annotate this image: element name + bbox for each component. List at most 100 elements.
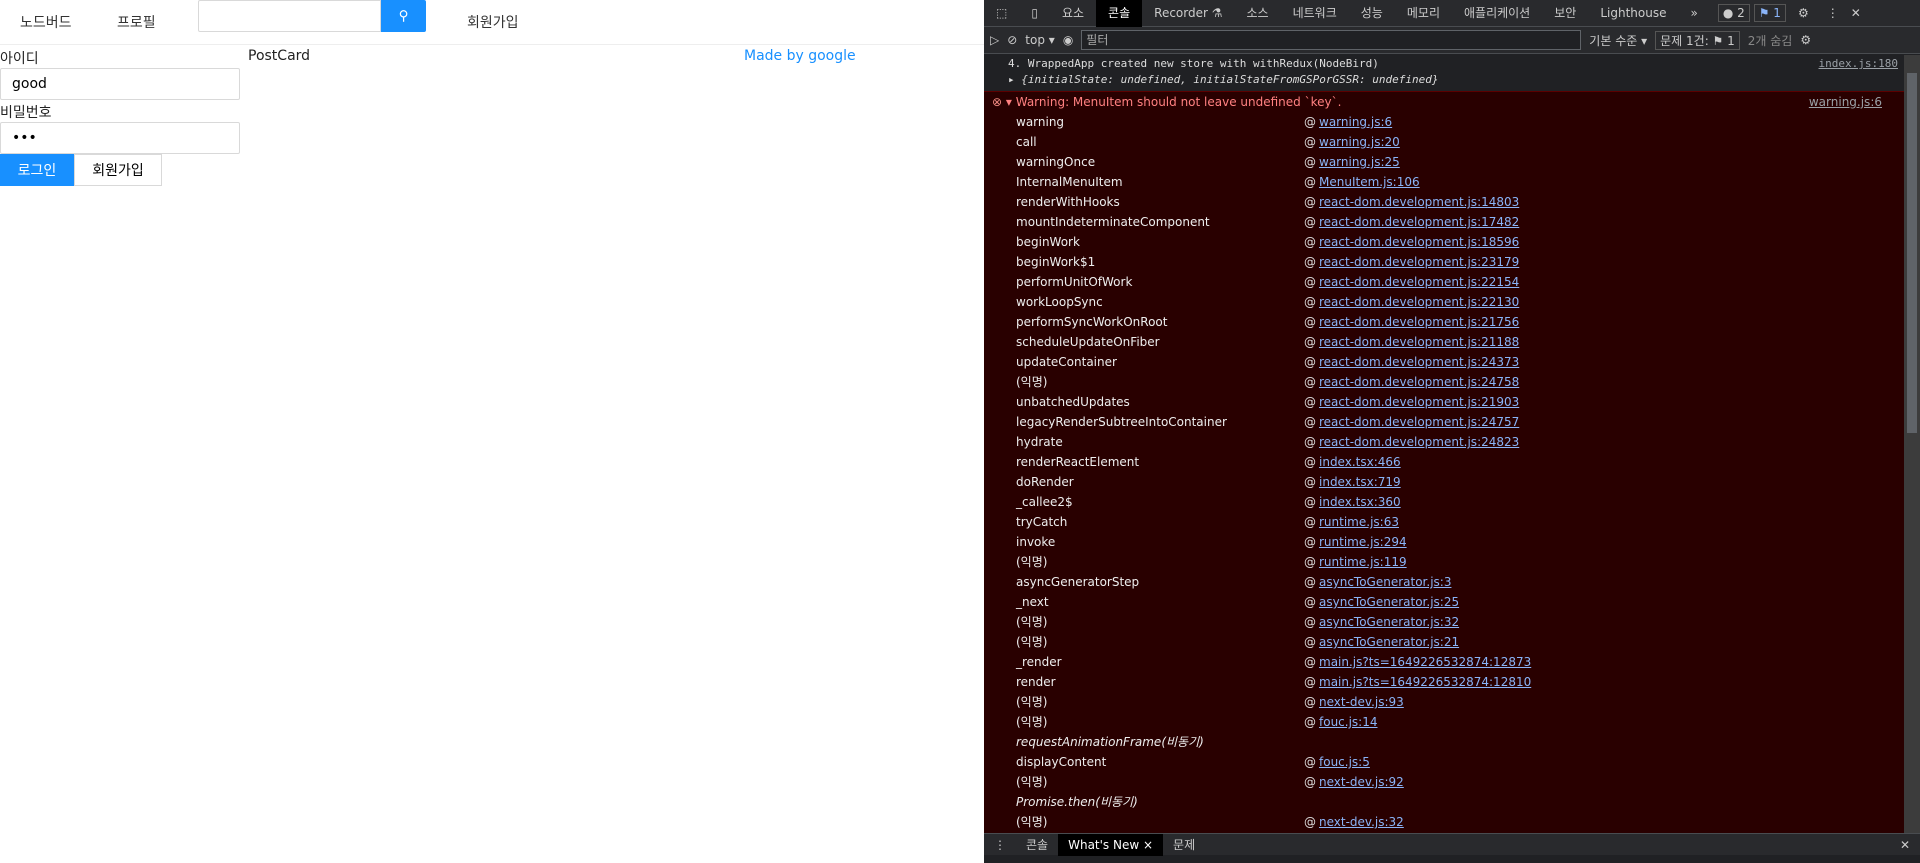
- frame-source-link[interactable]: fouc.js:5: [1319, 755, 1370, 769]
- drawer-tab-issues[interactable]: 문제: [1163, 834, 1205, 856]
- search-button[interactable]: ⚲: [381, 0, 426, 32]
- frame-source-link[interactable]: react-dom.development.js:14803: [1319, 195, 1519, 209]
- log-level-select[interactable]: 기본 수준 ▾: [1589, 32, 1647, 49]
- drawer-menu-icon[interactable]: ⋮: [984, 834, 1016, 856]
- drawer-tab-console[interactable]: 콘솔: [1016, 834, 1058, 856]
- frame-source-link[interactable]: asyncToGenerator.js:25: [1319, 595, 1459, 609]
- tab-console[interactable]: 콘솔: [1096, 0, 1143, 27]
- stack-frame: renderWithHooks @ react-dom.development.js…: [984, 192, 1904, 212]
- frame-source-link[interactable]: runtime.js:63: [1319, 515, 1399, 529]
- frame-function: displayContent: [1016, 755, 1107, 769]
- frame-source-link[interactable]: react-dom.development.js:18596: [1319, 235, 1519, 249]
- login-button[interactable]: 로그인: [0, 154, 74, 186]
- frame-source-link[interactable]: asyncToGenerator.js:21: [1319, 635, 1459, 649]
- console-settings-icon[interactable]: ⚙: [1800, 33, 1811, 47]
- frame-source-link[interactable]: asyncToGenerator.js:32: [1319, 615, 1459, 629]
- drawer-tab-whats-new[interactable]: What's New ×: [1058, 833, 1164, 856]
- frame-source-link[interactable]: react-dom.development.js:24758: [1319, 375, 1519, 389]
- signup-button[interactable]: 회원가입: [74, 154, 162, 186]
- frame-source-link[interactable]: next-dev.js:32: [1319, 815, 1404, 829]
- eye-icon[interactable]: ◉: [1063, 33, 1073, 47]
- stack-frame: warning @ warning.js:6: [984, 112, 1904, 132]
- tab-recorder[interactable]: Recorder ⚗: [1142, 0, 1234, 27]
- nav-signup[interactable]: 회원가입: [467, 12, 519, 32]
- frame-source-link[interactable]: fouc.js:14: [1319, 715, 1377, 729]
- device-toggle-icon[interactable]: ▯: [1019, 0, 1050, 27]
- tab-elements[interactable]: 요소: [1050, 0, 1096, 27]
- frame-source-link[interactable]: index.tsx:360: [1319, 495, 1401, 509]
- filter-input[interactable]: 필터: [1081, 30, 1582, 50]
- tab-sources[interactable]: 소스: [1235, 0, 1281, 27]
- frame-source-link[interactable]: warning.js:6: [1319, 115, 1392, 129]
- frame-function: (익명): [1016, 815, 1048, 829]
- frame-source-link[interactable]: react-dom.development.js:21903: [1319, 395, 1519, 409]
- stack-frame: render @ main.js?ts=1649226532874:12810: [984, 672, 1904, 692]
- drawer-close-icon[interactable]: ✕: [1890, 834, 1920, 856]
- scrollbar[interactable]: [1904, 55, 1920, 833]
- stack-frame: hydrate @ react-dom.development.js:24823: [984, 432, 1904, 452]
- stack-frame: call @ warning.js:20: [984, 132, 1904, 152]
- frame-source-link[interactable]: asyncToGenerator.js:3: [1319, 575, 1451, 589]
- frame-source-link[interactable]: runtime.js:119: [1319, 555, 1407, 569]
- frame-source-link[interactable]: react-dom.development.js:23179: [1319, 255, 1519, 269]
- frame-source-link[interactable]: main.js?ts=1649226532874:12810: [1319, 675, 1531, 689]
- frame-source-link[interactable]: react-dom.development.js:24757: [1319, 415, 1519, 429]
- frame-source-link[interactable]: react-dom.development.js:22130: [1319, 295, 1519, 309]
- frame-source-link[interactable]: next-dev.js:93: [1319, 695, 1404, 709]
- frame-location: @ MenuItem.js:106: [1304, 175, 1420, 189]
- settings-icon[interactable]: ⚙: [1786, 0, 1821, 27]
- frame-source-link[interactable]: react-dom.development.js:22154: [1319, 275, 1519, 289]
- console-log: 4. WrappedApp created new store with wit…: [984, 55, 1904, 91]
- stack-frame: (익명) @ asyncToGenerator.js:32: [984, 612, 1904, 632]
- frame-source-link[interactable]: next-dev.js:92: [1319, 775, 1404, 789]
- sidebar-toggle-icon[interactable]: ▷: [990, 33, 999, 47]
- log-object[interactable]: ▸ {initialState: undefined, initialState…: [984, 73, 1904, 91]
- inspect-icon[interactable]: ⬚: [984, 0, 1019, 27]
- frame-source-link[interactable]: index.tsx:719: [1319, 475, 1401, 489]
- clear-console-icon[interactable]: ⊘: [1007, 33, 1017, 47]
- frame-source-link[interactable]: warning.js:25: [1319, 155, 1400, 169]
- more-icon[interactable]: ⋮: [1821, 0, 1845, 27]
- tab-application[interactable]: 애플리케이션: [1452, 0, 1542, 27]
- tab-lighthouse[interactable]: Lighthouse: [1588, 0, 1678, 27]
- frame-source-link[interactable]: react-dom.development.js:24373: [1319, 355, 1519, 369]
- log-source-link[interactable]: index.js:180: [1819, 57, 1898, 70]
- warning-source-link[interactable]: warning.js:6: [1809, 92, 1882, 112]
- context-select[interactable]: top ▾: [1025, 33, 1055, 47]
- frame-function: Promise.then(비동기): [1016, 795, 1138, 809]
- stack-frame: performSyncWorkOnRoot @ react-dom.developm…: [984, 312, 1904, 332]
- scrollbar-thumb[interactable]: [1907, 73, 1917, 433]
- issues-badge[interactable]: ⚑ 1: [1753, 4, 1786, 22]
- frame-function: asyncGeneratorStep: [1016, 575, 1140, 589]
- frame-source-link[interactable]: runtime.js:294: [1319, 535, 1407, 549]
- frame-source-link[interactable]: main.js?ts=1649226532874:12873: [1319, 655, 1531, 669]
- frame-source-link[interactable]: react-dom.development.js:17482: [1319, 215, 1519, 229]
- tab-performance[interactable]: 성능: [1349, 0, 1395, 27]
- search-input[interactable]: [198, 0, 381, 32]
- frame-source-link[interactable]: index.tsx:466: [1319, 455, 1401, 469]
- frame-function: performSyncWorkOnRoot: [1016, 315, 1168, 329]
- made-by-link[interactable]: Made by google: [744, 48, 856, 64]
- frame-source-link[interactable]: react-dom.development.js:21188: [1319, 335, 1519, 349]
- close-icon[interactable]: ✕: [1845, 0, 1867, 27]
- nav-profile[interactable]: 프로필: [117, 12, 156, 32]
- issues-button[interactable]: 문제 1건: ⚑ 1: [1655, 30, 1740, 50]
- tab-network[interactable]: 네트워크: [1281, 0, 1349, 27]
- errors-badge[interactable]: ● 2: [1717, 4, 1750, 22]
- nav-home[interactable]: 노드버드: [20, 12, 72, 32]
- tab-memory[interactable]: 메모리: [1395, 0, 1452, 27]
- more-tabs-button[interactable]: »: [1678, 0, 1709, 27]
- tab-security[interactable]: 보안: [1542, 0, 1588, 27]
- warning-text[interactable]: ▾ Warning: MenuItem should not leave und…: [1006, 95, 1342, 109]
- id-input[interactable]: [0, 68, 240, 100]
- frame-source-link[interactable]: warning.js:20: [1319, 135, 1400, 149]
- frame-source-link[interactable]: react-dom.development.js:24823: [1319, 435, 1519, 449]
- password-input[interactable]: [0, 122, 240, 154]
- frame-source-link[interactable]: MenuItem.js:106: [1319, 175, 1420, 189]
- stack-frame: unbatchedUpdates @ react-dom.development.j…: [984, 392, 1904, 412]
- frame-function: beginWork: [1016, 235, 1080, 249]
- warning-message: ⊗ ▾ Warning: MenuItem should not leave u…: [984, 91, 1904, 833]
- frame-location: @ asyncToGenerator.js:25: [1304, 595, 1460, 609]
- frame-function: InternalMenuItem: [1016, 175, 1123, 189]
- frame-source-link[interactable]: react-dom.development.js:21756: [1319, 315, 1519, 329]
